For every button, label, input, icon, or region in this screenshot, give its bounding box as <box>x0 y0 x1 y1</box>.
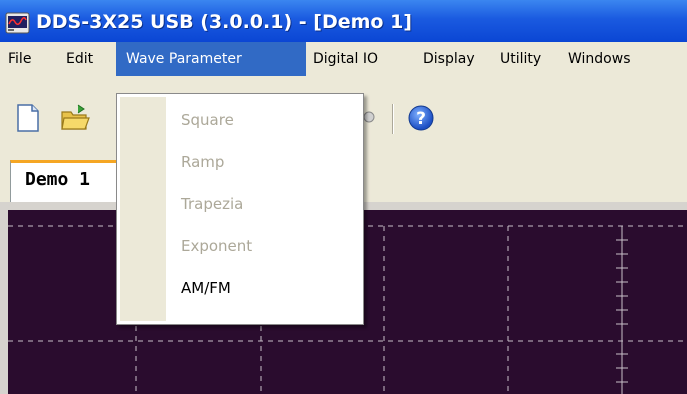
center-axis <box>616 226 628 394</box>
menu-utility[interactable]: Utility <box>492 42 549 76</box>
menu-digital-io[interactable]: Digital IO <box>305 42 386 76</box>
menu-item-trapezia[interactable]: Trapezia <box>181 195 243 213</box>
menu-wave-parameter[interactable]: Wave Parameter <box>116 42 306 76</box>
open-folder-icon[interactable] <box>58 101 92 135</box>
menu-item-square[interactable]: Square <box>181 111 234 129</box>
menu-edit[interactable]: Edit <box>58 42 101 76</box>
menu-display[interactable]: Display <box>415 42 483 76</box>
wave-parameter-menu: Square Ramp Trapezia Exponent AM/FM <box>116 93 364 325</box>
menu-bar: File Edit Wave Parameter Digital IO Disp… <box>0 42 687 76</box>
menu-item-exponent[interactable]: Exponent <box>181 237 252 255</box>
menu-item-am-fm[interactable]: AM/FM <box>181 279 231 297</box>
toolbar-separator <box>392 104 394 134</box>
menu-item-ramp[interactable]: Ramp <box>181 153 224 171</box>
title-bar[interactable]: DDS-3X25 USB (3.0.0.1) - [Demo 1] <box>0 0 687 42</box>
menu-icon-gutter <box>120 97 166 321</box>
app-waveform-icon <box>5 12 30 34</box>
help-icon[interactable]: ? <box>404 101 438 135</box>
svg-text:?: ? <box>416 109 426 129</box>
new-document-icon[interactable] <box>10 101 44 135</box>
menu-file[interactable]: File <box>0 42 39 76</box>
window-title: DDS-3X25 USB (3.0.0.1) - [Demo 1] <box>36 11 412 33</box>
tab-label: Demo 1 <box>25 169 91 190</box>
menu-windows[interactable]: Windows <box>560 42 639 76</box>
